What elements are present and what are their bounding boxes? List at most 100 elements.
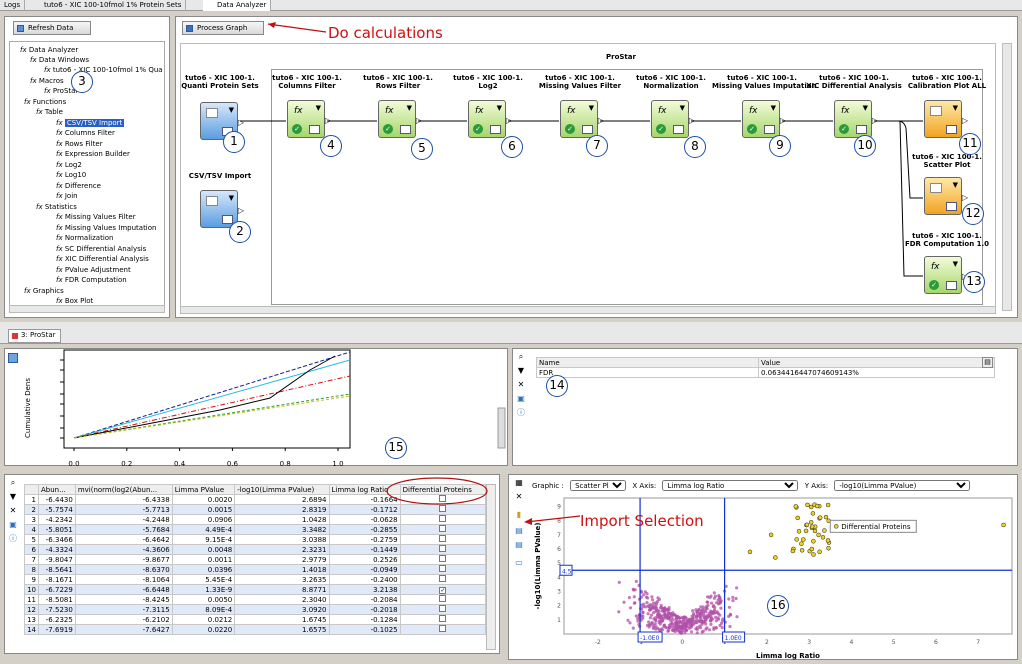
differential-checkbox[interactable] <box>399 534 487 545</box>
table-cell[interactable]: -6.3466 <box>38 534 76 545</box>
table-cell[interactable]: 4.49E-4 <box>171 524 236 535</box>
graph-node[interactable]: ▼fx✓▷ <box>560 100 604 138</box>
table-cell[interactable]: 2.6894 <box>234 494 330 505</box>
output-port[interactable]: ▷ <box>962 193 968 202</box>
graph-node[interactable]: ▼fx✓▷ <box>468 100 512 138</box>
cdf-scrollbar[interactable] <box>497 407 506 449</box>
table-cell[interactable]: -8.6370 <box>74 564 173 575</box>
graph-node[interactable]: ▼fx✓▷ <box>742 100 786 138</box>
table-icon[interactable] <box>673 125 684 134</box>
table-cell[interactable]: -0.2759 <box>328 534 401 545</box>
table-cell[interactable]: 1.4018 <box>234 564 330 575</box>
table-icon[interactable] <box>309 125 320 134</box>
checkbox[interactable] <box>439 565 447 572</box>
checkbox[interactable] <box>439 535 447 542</box>
table-cell[interactable]: -5.7713 <box>74 504 173 515</box>
table-cell[interactable]: -4.3606 <box>74 544 173 555</box>
graph-node[interactable]: ▼fx✓▷ <box>378 100 422 138</box>
output-port[interactable]: ▷ <box>872 116 878 125</box>
graphic-select[interactable]: Scatter Plot <box>570 480 627 491</box>
table-row[interactable]: 14 -7.6919 -7.6427 0.0220 1.6575 -0.1025 <box>24 624 487 635</box>
table-cell[interactable]: 0.0220 <box>171 624 236 635</box>
table-cell[interactable]: -9.8677 <box>74 554 173 565</box>
column-header[interactable]: mvi(norm(log2(Abun... <box>74 484 173 495</box>
image-export-icon[interactable]: ▭ <box>514 558 524 568</box>
output-port[interactable]: ▷ <box>598 116 604 125</box>
table-icon[interactable] <box>582 125 593 134</box>
table-cell[interactable]: 1.6575 <box>234 624 330 635</box>
table-icon[interactable] <box>946 281 957 290</box>
dropdown-icon[interactable]: ▼ <box>953 181 958 189</box>
graph-icon[interactable]: ▣ <box>516 394 526 404</box>
table-cell[interactable]: -4.3324 <box>38 544 76 555</box>
table-cell[interactable]: -7.6427 <box>74 624 173 635</box>
tools-icon[interactable]: ✕ <box>8 506 18 516</box>
table-cell[interactable]: -9.8047 <box>38 554 76 565</box>
table-row[interactable]: 5 -6.3466 -6.4642 9.15E-4 3.0388 -0.2759 <box>24 534 487 545</box>
y-axis-select[interactable]: -log10(Limma PValue) <box>834 480 971 491</box>
table-icon[interactable] <box>946 125 957 134</box>
table-cell[interactable]: -6.2325 <box>38 614 76 625</box>
info-icon[interactable]: ⓘ <box>516 408 526 418</box>
table-cell[interactable]: -4.2448 <box>74 514 173 525</box>
table-cell[interactable]: -7.3115 <box>74 604 173 615</box>
output-port[interactable]: ▷ <box>689 116 695 125</box>
table-row[interactable]: 2 -5.7574 -5.7713 0.0015 2.8319 -0.1712 <box>24 504 487 515</box>
export-icon[interactable] <box>8 353 18 363</box>
table-icon[interactable] <box>222 215 233 224</box>
table-row[interactable]: 4 -5.8051 -5.7684 4.49E-4 3.3482 -0.2855 <box>24 524 487 535</box>
dropdown-icon[interactable]: ▼ <box>497 104 502 112</box>
dropdown-icon[interactable]: ▼ <box>229 106 234 114</box>
table-row[interactable]: 13 -6.2325 -6.2102 0.0212 1.6745 -0.1284 <box>24 614 487 625</box>
table-cell[interactable]: -0.2084 <box>328 594 401 605</box>
table-cell[interactable]: 2.9779 <box>234 554 330 565</box>
table-cell[interactable]: 8.8771 <box>234 584 330 595</box>
tab-prostar[interactable]: 3: ProStar <box>8 329 61 343</box>
table-cell[interactable]: -6.7229 <box>38 584 76 595</box>
table-cell[interactable]: -8.4245 <box>74 594 173 605</box>
table-cell[interactable]: 0.0020 <box>171 494 236 505</box>
table-cell[interactable]: -0.1712 <box>328 504 401 515</box>
checkbox[interactable] <box>439 545 447 552</box>
table-row[interactable]: 8 -8.5641 -8.6370 0.0396 1.4018 -0.0949 <box>24 564 487 575</box>
table-cell[interactable]: 0.0906 <box>171 514 236 525</box>
table-cell[interactable]: -7.6919 <box>38 624 76 635</box>
dropdown-icon[interactable]: ▼ <box>771 104 776 112</box>
table-cell[interactable]: 9.15E-4 <box>171 534 236 545</box>
differential-checkbox[interactable] <box>399 524 487 535</box>
table-cell[interactable]: -8.5081 <box>38 594 76 605</box>
table-cell[interactable]: 0.0011 <box>171 554 236 565</box>
output-port[interactable]: ▷ <box>238 118 244 127</box>
filter-icon[interactable]: ▼ <box>516 366 526 376</box>
table-cell[interactable]: -6.4338 <box>74 494 173 505</box>
column-header[interactable]: Abun... <box>38 484 76 495</box>
table-cell[interactable]: 0.0212 <box>171 614 236 625</box>
table-cell[interactable]: 8.09E-4 <box>171 604 236 615</box>
table-cell[interactable]: -5.7574 <box>38 504 76 515</box>
binoculars-icon[interactable]: ⌕ <box>516 352 526 362</box>
table-icon[interactable] <box>856 125 867 134</box>
checkbox[interactable] <box>439 575 447 582</box>
checkbox[interactable] <box>439 615 447 622</box>
table-cell[interactable]: 3.0388 <box>234 534 330 545</box>
output-port[interactable]: ▷ <box>325 116 331 125</box>
table-cell[interactable]: 5.45E-4 <box>171 574 236 585</box>
grid-icon[interactable]: ▦ <box>514 478 524 488</box>
differential-checkbox[interactable] <box>399 564 487 575</box>
dropdown-icon[interactable]: ▼ <box>589 104 594 112</box>
table-row[interactable]: 6 -4.3324 -4.3606 0.0048 2.3231 -0.1449 <box>24 544 487 555</box>
table-row[interactable]: 9 -8.1671 -8.1064 5.45E-4 3.2635 -0.2400 <box>24 574 487 585</box>
table-cell[interactable]: -6.2102 <box>74 614 173 625</box>
graph-node[interactable]: ▼fx✓▷ <box>924 256 968 294</box>
table-icon[interactable] <box>400 125 411 134</box>
table-cell[interactable]: 2.8319 <box>234 504 330 515</box>
column-config-icon[interactable]: ▤ <box>982 357 993 368</box>
dropdown-icon[interactable]: ▼ <box>407 104 412 112</box>
checkbox[interactable] <box>439 605 447 612</box>
table-cell[interactable]: 0.0050 <box>171 594 236 605</box>
table-icon[interactable] <box>764 125 775 134</box>
info-icon[interactable]: ⓘ <box>8 534 18 544</box>
table-cell[interactable]: -7.5230 <box>38 604 76 615</box>
graph-node[interactable]: ▼fx✓▷ <box>651 100 695 138</box>
output-port[interactable]: ▷ <box>416 116 422 125</box>
